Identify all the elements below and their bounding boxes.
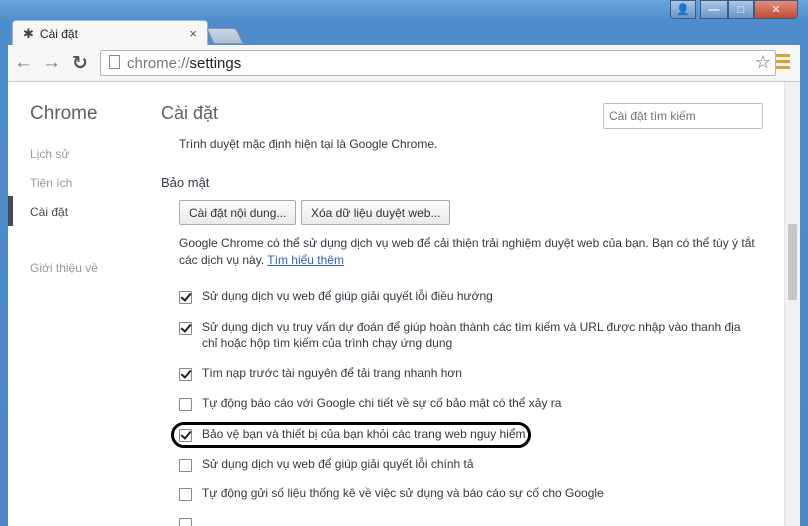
tab-settings[interactable]: ✱ Cài đặt × — [12, 20, 208, 46]
option-partial[interactable] — [179, 515, 192, 526]
sidebar-item-extensions[interactable]: Tiện ích — [30, 176, 72, 190]
sidebar-item-history[interactable]: Lịch sử — [30, 147, 69, 161]
checkbox[interactable] — [179, 398, 192, 411]
checkbox[interactable] — [179, 459, 192, 472]
scrollbar[interactable] — [784, 82, 800, 526]
minimize-button[interactable]: — — [700, 0, 728, 19]
browser-window: ✱ Cài đặt × 👤 — □ ✕ ← → ↻ chrome://setti… — [0, 0, 808, 526]
toolbar: ← → ↻ chrome://settings ☆ — [8, 45, 800, 82]
maximize-button[interactable]: □ — [728, 0, 754, 19]
sidebar: Chrome Lịch sử Tiện ích Cài đặt Giới thi… — [8, 82, 148, 526]
clear-browsing-data-button[interactable]: Xóa dữ liệu duyệt web... — [301, 200, 451, 225]
option-spelling-service[interactable]: Sử dụng dịch vụ web để giúp giải quyết l… — [179, 456, 474, 472]
gear-icon: ✱ — [23, 25, 34, 41]
settings-page: Chrome Lịch sử Tiện ích Cài đặt Giới thi… — [8, 82, 800, 526]
sidebar-item-settings[interactable]: Cài đặt — [30, 205, 68, 219]
checkbox[interactable] — [179, 488, 192, 501]
privacy-description: Google Chrome có thể sử dụng dịch vụ web… — [179, 236, 755, 267]
sidebar-item-about[interactable]: Giới thiệu về — [30, 261, 98, 275]
checkbox[interactable] — [179, 291, 192, 304]
forward-arrow-icon[interactable]: → — [42, 52, 61, 74]
privacy-section-title: Bảo mật — [161, 175, 210, 190]
settings-search-input[interactable] — [603, 103, 763, 129]
page-title: Cài đặt — [161, 103, 219, 123]
option-navigation-errors[interactable]: Sử dụng dịch vụ web để giúp giải quyết l… — [179, 288, 493, 304]
option-safe-browsing[interactable]: Bảo vệ bạn và thiết bị của bạn khỏi các … — [179, 426, 526, 442]
reload-icon[interactable]: ↻ — [72, 52, 88, 75]
page-icon — [109, 55, 120, 69]
url-text[interactable]: chrome://settings — [127, 55, 241, 72]
brand-title: Chrome — [30, 103, 98, 124]
option-prefetch[interactable]: Tìm nạp trước tài nguyên để tải trang nh… — [179, 365, 462, 381]
default-browser-text: Trình duyệt mặc định hiện tại là Google … — [179, 137, 438, 151]
menu-icon[interactable] — [776, 54, 790, 72]
new-tab-button[interactable] — [206, 28, 244, 44]
window-controls: 👤 — □ ✕ — [670, 0, 798, 20]
checkbox[interactable] — [179, 429, 192, 442]
scrollbar-thumb[interactable] — [788, 224, 797, 300]
option-prediction-service[interactable]: Sử dụng dịch vụ truy vấn dự đoán để giúp… — [179, 319, 759, 351]
user-icon[interactable]: 👤 — [670, 0, 696, 19]
checkbox[interactable] — [179, 322, 192, 335]
bookmark-star-icon[interactable]: ☆ — [755, 52, 771, 73]
active-indicator — [8, 196, 13, 226]
address-bar[interactable]: chrome://settings ☆ — [100, 50, 776, 76]
checkbox[interactable] — [179, 518, 192, 526]
learn-more-link[interactable]: Tìm hiểu thêm — [267, 253, 344, 267]
tab-close-icon[interactable]: × — [189, 26, 197, 41]
option-security-reports[interactable]: Tự động báo cáo với Google chi tiết về s… — [179, 395, 561, 411]
close-button[interactable]: ✕ — [754, 0, 798, 19]
option-usage-statistics[interactable]: Tự động gửi số liệu thống kê về việc sử … — [179, 485, 604, 501]
content-settings-button[interactable]: Cài đặt nội dung... — [179, 200, 297, 225]
back-arrow-icon[interactable]: ← — [14, 52, 33, 74]
tab-title: Cài đặt — [39, 26, 78, 41]
checkbox[interactable] — [179, 368, 192, 381]
